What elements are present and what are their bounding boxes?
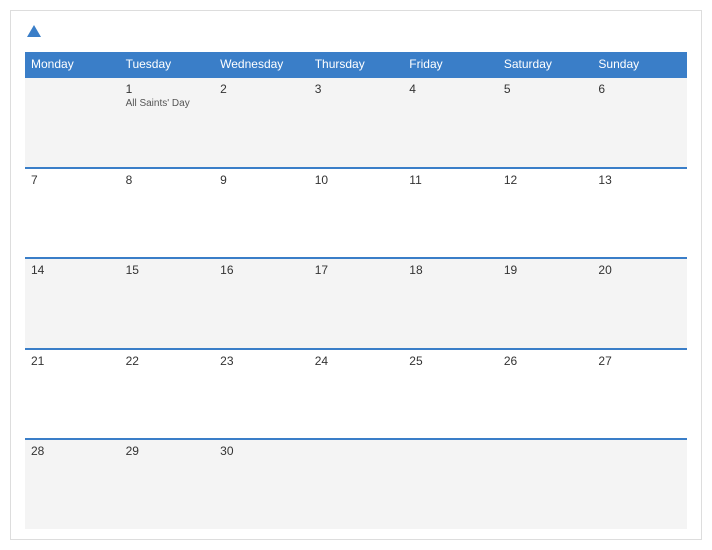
- day-header-tuesday: Tuesday: [120, 52, 215, 76]
- logo-area: [25, 25, 41, 38]
- day-number: 10: [315, 173, 398, 187]
- day-number: 4: [409, 82, 492, 96]
- day-number: 18: [409, 263, 492, 277]
- day-number: 1: [126, 82, 209, 96]
- day-number: 8: [126, 173, 209, 187]
- day-number: 29: [126, 444, 209, 458]
- logo-triangle-icon: [27, 25, 41, 37]
- day-number: 7: [31, 173, 114, 187]
- week-row-2: 789 10 11 12 13: [25, 167, 687, 258]
- calendar-container: Monday Tuesday Wednesday Thursday Friday…: [10, 10, 702, 540]
- day-cell: 12: [498, 169, 593, 258]
- day-cell: 17: [309, 259, 404, 348]
- day-cell: 8: [120, 169, 215, 258]
- day-number: 16: [220, 263, 303, 277]
- day-cell: 7: [25, 169, 120, 258]
- day-number: 15: [126, 263, 209, 277]
- logo-line: [25, 25, 41, 38]
- day-cell: 26: [498, 350, 593, 439]
- weeks: 1All Saints' Day234567891011121314151617…: [25, 76, 687, 529]
- day-cell: 22: [120, 350, 215, 439]
- week-row-4: 21 22 23 24 25 26 27: [25, 348, 687, 439]
- day-cell: [25, 78, 120, 167]
- day-cell: 2: [214, 78, 309, 167]
- day-cell: 15: [120, 259, 215, 348]
- day-cell: 23: [214, 350, 309, 439]
- day-cell: 30: [214, 440, 309, 529]
- day-number: 26: [504, 354, 587, 368]
- day-number: 6: [598, 82, 681, 96]
- day-number: 22: [126, 354, 209, 368]
- day-cell: 9: [214, 169, 309, 258]
- day-number: 28: [31, 444, 114, 458]
- day-number: 20: [598, 263, 681, 277]
- day-cell: 1 All Saints' Day: [120, 78, 215, 167]
- week-row-5: 28 29 30: [25, 438, 687, 529]
- day-cell: 29: [120, 440, 215, 529]
- week-row-3: 14 15 16 17 18 19 20: [25, 257, 687, 348]
- day-number: 9: [220, 173, 303, 187]
- day-header-wednesday: Wednesday: [214, 52, 309, 76]
- day-number: 23: [220, 354, 303, 368]
- calendar-grid: Monday Tuesday Wednesday Thursday Friday…: [25, 52, 687, 529]
- day-cell: [403, 440, 498, 529]
- day-cell: 28: [25, 440, 120, 529]
- day-cell: 3: [309, 78, 404, 167]
- day-cell: 24: [309, 350, 404, 439]
- day-cell: 21: [25, 350, 120, 439]
- day-number: 17: [315, 263, 398, 277]
- day-number: 14: [31, 263, 114, 277]
- day-cell: [309, 440, 404, 529]
- day-cell: 19: [498, 259, 593, 348]
- day-header-thursday: Thursday: [309, 52, 404, 76]
- day-header-saturday: Saturday: [498, 52, 593, 76]
- week-row-1: 1 All Saints' Day 23456: [25, 76, 687, 167]
- day-cell: 16: [214, 259, 309, 348]
- day-cell: 6: [592, 78, 687, 167]
- day-number: 30: [220, 444, 303, 458]
- day-number: 27: [598, 354, 681, 368]
- day-cell: 5: [498, 78, 593, 167]
- day-cell: 14: [25, 259, 120, 348]
- day-number: 12: [504, 173, 587, 187]
- day-number: 19: [504, 263, 587, 277]
- day-headers: Monday Tuesday Wednesday Thursday Friday…: [25, 52, 687, 76]
- day-header-sunday: Sunday: [592, 52, 687, 76]
- day-cell: 11: [403, 169, 498, 258]
- day-number: 24: [315, 354, 398, 368]
- day-header-monday: Monday: [25, 52, 120, 76]
- day-cell: 27: [592, 350, 687, 439]
- day-number: 13: [598, 173, 681, 187]
- day-cell: 25: [403, 350, 498, 439]
- day-cell: 18: [403, 259, 498, 348]
- day-cell: 13: [592, 169, 687, 258]
- day-number: 3: [315, 82, 398, 96]
- day-number: 25: [409, 354, 492, 368]
- day-cell: [592, 440, 687, 529]
- day-header-friday: Friday: [403, 52, 498, 76]
- day-cell: 4: [403, 78, 498, 167]
- day-cell: 10: [309, 169, 404, 258]
- calendar-header: [25, 21, 687, 42]
- day-cell: 20: [592, 259, 687, 348]
- day-number: 11: [409, 173, 492, 187]
- day-number: 5: [504, 82, 587, 96]
- day-number: 21: [31, 354, 114, 368]
- day-cell: [498, 440, 593, 529]
- holiday-label: All Saints' Day: [126, 98, 209, 109]
- day-number: 2: [220, 82, 303, 96]
